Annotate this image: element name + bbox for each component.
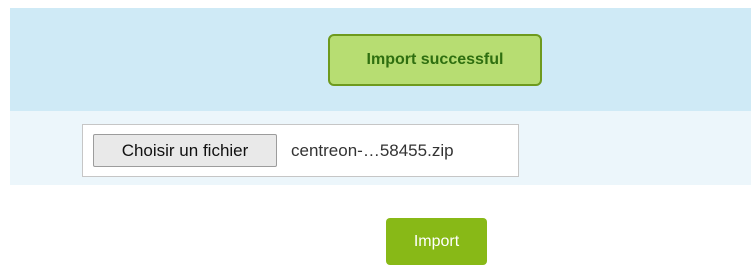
choose-file-label: Choisir un fichier	[121, 140, 249, 160]
choose-file-button[interactable]: Choisir un fichier	[93, 134, 277, 167]
success-message-text: Import successful	[366, 51, 504, 68]
file-input[interactable]: Choisir un fichier centreon-…58455.zip	[82, 124, 519, 177]
success-message: Import successful	[328, 34, 542, 86]
import-button[interactable]: Import	[386, 218, 487, 265]
selected-file-name: centreon-…58455.zip	[291, 140, 454, 160]
import-label: Import	[413, 232, 460, 250]
